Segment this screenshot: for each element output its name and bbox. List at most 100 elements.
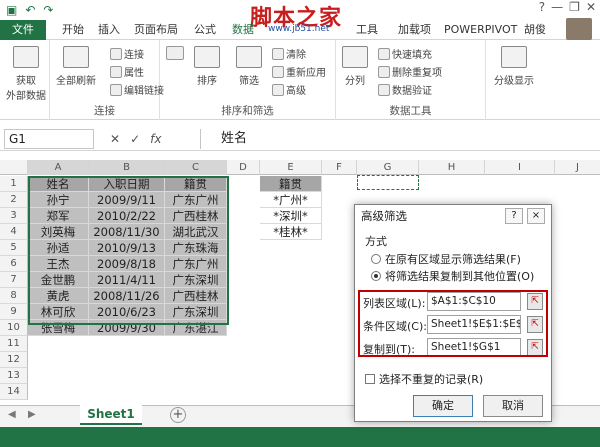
get-external-data-button[interactable]: 获取 外部数据 xyxy=(6,46,46,102)
criteria-cell[interactable]: *深圳* xyxy=(260,208,322,224)
table-cell[interactable]: 2009/9/30 xyxy=(89,320,165,336)
table-cell[interactable]: 湖北武汉 xyxy=(165,224,227,240)
table-cell[interactable]: 林可欣 xyxy=(28,304,89,320)
advanced-button[interactable]: 高级 xyxy=(272,82,306,97)
column-header-d[interactable]: D xyxy=(227,160,260,175)
data-validation-button[interactable]: 数据验证 xyxy=(378,82,432,97)
row-header[interactable]: 5 xyxy=(0,240,28,256)
table-cell[interactable]: 2008/11/30 xyxy=(89,224,165,240)
table-cell[interactable]: 广东广州 xyxy=(165,256,227,272)
column-header-e[interactable]: E xyxy=(260,160,322,175)
connections-button[interactable]: 连接 xyxy=(110,46,144,61)
row-header[interactable]: 11 xyxy=(0,336,28,352)
table-cell[interactable]: 2010/9/13 xyxy=(89,240,165,256)
table-cell[interactable]: 2009/8/18 xyxy=(89,256,165,272)
table-header-name[interactable]: 姓名 xyxy=(28,176,89,192)
column-header-b[interactable]: B xyxy=(89,160,165,175)
table-cell[interactable]: 2010/2/22 xyxy=(89,208,165,224)
table-cell[interactable]: 黄虎 xyxy=(28,288,89,304)
collapse-dialog-icon[interactable]: ⇱ xyxy=(527,316,543,333)
help-icon[interactable]: ? xyxy=(539,0,545,14)
remove-duplicates-button[interactable]: 删除重复项 xyxy=(378,64,442,79)
criteria-cell[interactable]: *广州* xyxy=(260,192,322,208)
table-cell[interactable]: 2009/9/11 xyxy=(89,192,165,208)
row-header[interactable]: 1 xyxy=(0,176,28,192)
column-header-a[interactable]: A xyxy=(28,160,89,175)
unique-records-checkbox[interactable]: 选择不重复的记录(R) xyxy=(365,371,483,387)
column-header-f[interactable]: F xyxy=(322,160,357,175)
table-cell[interactable]: 王杰 xyxy=(28,256,89,272)
column-header-g[interactable]: G xyxy=(357,160,419,175)
table-cell[interactable]: 2011/4/11 xyxy=(89,272,165,288)
tab-tools[interactable]: 工具 xyxy=(356,22,378,38)
copy-to-marquee[interactable] xyxy=(357,175,419,190)
tab-addins[interactable]: 加载项 xyxy=(398,22,431,38)
table-cell[interactable]: 广东湛江 xyxy=(165,320,227,336)
restore-icon[interactable]: ❐ xyxy=(569,0,580,14)
criteria-cell[interactable]: *桂林* xyxy=(260,224,322,240)
row-header[interactable]: 8 xyxy=(0,288,28,304)
close-icon[interactable]: ✕ xyxy=(586,0,596,14)
row-header[interactable]: 10 xyxy=(0,320,28,336)
table-cell[interactable]: 金世鹏 xyxy=(28,272,89,288)
properties-button[interactable]: 属性 xyxy=(110,64,144,79)
text-to-columns-button[interactable]: 分列 xyxy=(342,46,368,87)
table-header-origin[interactable]: 籍贯 xyxy=(165,176,227,192)
refresh-all-button[interactable]: 全部刷新 xyxy=(56,46,96,87)
save-icon[interactable]: ▣ xyxy=(6,2,17,18)
table-cell[interactable]: 广东广州 xyxy=(165,192,227,208)
column-header-h[interactable]: H xyxy=(419,160,485,175)
collapse-dialog-icon[interactable]: ⇱ xyxy=(527,339,543,356)
radio-in-place[interactable]: 在原有区域显示筛选结果(F) xyxy=(371,251,521,267)
reapply-button[interactable]: 重新应用 xyxy=(272,64,326,79)
minimize-icon[interactable]: — xyxy=(551,0,563,14)
table-cell[interactable]: 2010/6/23 xyxy=(89,304,165,320)
cancel-icon[interactable]: ✕ xyxy=(110,132,120,146)
row-header[interactable]: 12 xyxy=(0,352,28,368)
avatar[interactable] xyxy=(566,18,592,40)
table-cell[interactable]: 广东深圳 xyxy=(165,272,227,288)
select-all-corner[interactable] xyxy=(0,160,28,175)
collapse-dialog-icon[interactable]: ⇱ xyxy=(527,293,543,310)
table-cell[interactable]: 孙适 xyxy=(28,240,89,256)
ok-button[interactable]: 确定 xyxy=(413,395,473,417)
table-cell[interactable]: 2008/11/26 xyxy=(89,288,165,304)
radio-copy-to[interactable]: 将筛选结果复制到其他位置(O) xyxy=(371,268,534,284)
row-header[interactable]: 7 xyxy=(0,272,28,288)
tab-home[interactable]: 开始 xyxy=(62,22,84,38)
fx-icon[interactable]: fx xyxy=(150,132,161,146)
criteria-range-field[interactable]: Sheet1!$E$1:$E$4 xyxy=(427,315,521,334)
table-cell[interactable]: 刘英梅 xyxy=(28,224,89,240)
sort-button[interactable]: 排序 xyxy=(194,46,220,87)
formula-input[interactable]: 姓名 xyxy=(200,129,596,149)
copy-to-field[interactable]: Sheet1!$G$1 xyxy=(427,338,521,357)
outline-button[interactable]: 分级显示 xyxy=(494,46,534,87)
row-header[interactable]: 2 xyxy=(0,192,28,208)
enter-icon[interactable]: ✓ xyxy=(130,132,140,146)
row-header[interactable]: 9 xyxy=(0,304,28,320)
user-name[interactable]: 胡俊 xyxy=(524,22,546,38)
tab-file[interactable]: 文件 xyxy=(0,20,46,40)
name-box[interactable]: G1 xyxy=(4,129,94,149)
tab-sheet1[interactable]: Sheet1 xyxy=(80,404,142,425)
tab-insert[interactable]: 插入 xyxy=(98,22,120,38)
row-header[interactable]: 14 xyxy=(0,384,28,400)
undo-icon[interactable]: ↶ xyxy=(25,2,35,18)
row-header[interactable]: 6 xyxy=(0,256,28,272)
row-header[interactable]: 13 xyxy=(0,368,28,384)
column-header-i[interactable]: I xyxy=(485,160,555,175)
dialog-close-button[interactable]: × xyxy=(527,208,545,224)
scroll-left-icon[interactable]: ◀ xyxy=(8,409,16,420)
filter-button[interactable]: 筛选 xyxy=(236,46,262,87)
table-cell[interactable]: 张雪梅 xyxy=(28,320,89,336)
tab-formulas[interactable]: 公式 xyxy=(194,22,216,38)
tab-data[interactable]: 数据 xyxy=(232,22,254,38)
table-header-date[interactable]: 入职日期 xyxy=(89,176,165,192)
criteria-header[interactable]: 籍贯 xyxy=(260,176,322,192)
edit-links-button[interactable]: 编辑链接 xyxy=(110,82,164,97)
table-cell[interactable]: 广西桂林 xyxy=(165,208,227,224)
tab-page-layout[interactable]: 页面布局 xyxy=(134,22,178,38)
table-cell[interactable]: 广东深圳 xyxy=(165,304,227,320)
add-sheet-button[interactable]: + xyxy=(170,407,186,423)
redo-icon[interactable]: ↷ xyxy=(43,2,53,18)
